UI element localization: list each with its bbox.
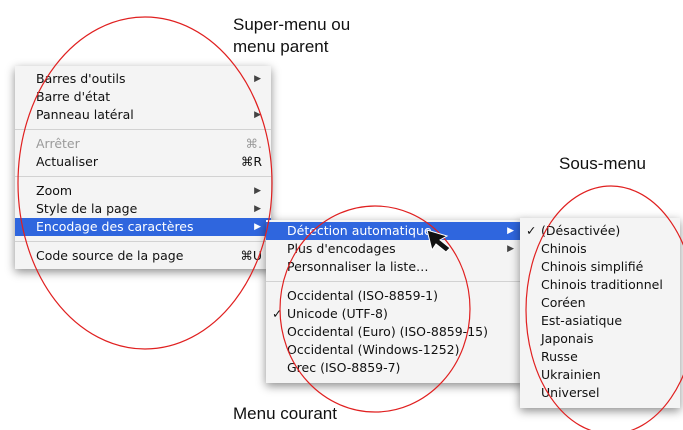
menu-item-label: Est-asiatique xyxy=(541,313,623,328)
menu-item-encodage[interactable]: Encodage des caractères ▶ xyxy=(15,218,271,236)
menu-item-chinois-traditionnel[interactable]: Chinois traditionnel xyxy=(520,276,680,294)
submenu-arrow-icon: ▶ xyxy=(254,222,261,232)
menu-item-label: Plus d'encodages xyxy=(287,241,396,256)
menu-courant-label: Menu courant xyxy=(233,404,337,423)
menu-item-label: Chinois traditionnel xyxy=(541,277,663,292)
menu-item-label: Japonais xyxy=(541,331,594,346)
menu-item-arreter: Arrêter ⌘. xyxy=(15,135,271,153)
menu-item-label: Russe xyxy=(541,349,578,364)
sous-menu-label: Sous-menu xyxy=(559,154,646,173)
submenu-arrow-icon: ▶ xyxy=(254,186,261,196)
menu-item-label: Chinois simplifié xyxy=(541,259,644,274)
menu-item-chinois[interactable]: Chinois xyxy=(520,240,680,258)
menu-item-barre-etat[interactable]: Barre d'état xyxy=(15,88,271,106)
menu-item-universel[interactable]: Universel xyxy=(520,384,680,402)
parent-menu: Barres d'outils ▶ Barre d'état Panneau l… xyxy=(15,66,271,269)
super-menu-label-line1: Super-menu ou xyxy=(233,15,351,34)
menu-item-desactivee[interactable]: ✓ (Désactivée) xyxy=(520,222,680,240)
menu-item-utf8[interactable]: ✓ Unicode (UTF-8) xyxy=(266,305,524,323)
checkmark-icon: ✓ xyxy=(526,223,537,238)
menu-item-style-page[interactable]: Style de la page ▶ xyxy=(15,200,271,218)
menu-item-label: Détection automatique xyxy=(287,223,432,238)
menu-item-label: Universel xyxy=(541,385,600,400)
menu-item-chinois-simplifie[interactable]: Chinois simplifié xyxy=(520,258,680,276)
menu-item-japonais[interactable]: Japonais xyxy=(520,330,680,348)
menu-separator xyxy=(266,281,524,282)
submenu-arrow-icon: ▶ xyxy=(507,244,514,254)
sub-menu: ✓ (Désactivée) Chinois Chinois simplifié… xyxy=(520,218,680,408)
menu-item-iso-8859-1[interactable]: Occidental (ISO-8859-1) xyxy=(266,287,524,305)
menu-item-label: Code source de la page xyxy=(36,248,184,263)
menu-item-plus-encodages[interactable]: Plus d'encodages ▶ xyxy=(266,240,524,258)
submenu-arrow-icon: ▶ xyxy=(254,204,261,214)
submenu-arrow-icon: ▶ xyxy=(254,74,261,84)
menu-item-label: Chinois xyxy=(541,241,587,256)
submenu-arrow-icon: ▶ xyxy=(507,226,514,236)
menu-item-label: Arrêter xyxy=(36,136,80,151)
menu-separator xyxy=(15,176,271,177)
menu-item-label: Unicode (UTF-8) xyxy=(287,306,388,321)
menu-item-label: Panneau latéral xyxy=(36,107,134,122)
menu-item-label: Barre d'état xyxy=(36,89,111,104)
menu-item-label: (Désactivée) xyxy=(541,223,621,238)
menu-item-label: Encodage des caractères xyxy=(36,219,194,234)
shortcut-label: ⌘R xyxy=(240,154,262,169)
menu-item-russe[interactable]: Russe xyxy=(520,348,680,366)
current-menu: Détection automatique ▶ Plus d'encodages… xyxy=(266,220,524,383)
shortcut-label: ⌘U xyxy=(240,248,262,263)
menu-item-detection-auto[interactable]: Détection automatique ▶ xyxy=(266,222,524,240)
menu-item-label: Grec (ISO-8859-7) xyxy=(287,360,401,375)
menu-item-label: Zoom xyxy=(36,183,73,198)
menu-separator xyxy=(15,241,271,242)
shortcut-label: ⌘. xyxy=(245,136,262,151)
menu-item-iso-8859-7[interactable]: Grec (ISO-8859-7) xyxy=(266,359,524,377)
menu-item-zoom[interactable]: Zoom ▶ xyxy=(15,182,271,200)
menu-item-barres-outils[interactable]: Barres d'outils ▶ xyxy=(15,70,271,88)
menu-item-windows-1252[interactable]: Occidental (Windows-1252) xyxy=(266,341,524,359)
menu-item-label: Ukrainien xyxy=(541,367,601,382)
menu-item-label: Coréen xyxy=(541,295,586,310)
checkmark-icon: ✓ xyxy=(272,306,283,321)
menu-item-label: Barres d'outils xyxy=(36,71,126,86)
menu-item-panneau-lateral[interactable]: Panneau latéral ▶ xyxy=(15,106,271,124)
menu-item-label: Occidental (Euro) (ISO-8859-15) xyxy=(287,324,488,339)
menu-item-label: Style de la page xyxy=(36,201,138,216)
submenu-arrow-icon: ▶ xyxy=(254,110,261,120)
menu-item-actualiser[interactable]: Actualiser ⌘R xyxy=(15,153,271,171)
menu-item-iso-8859-15[interactable]: Occidental (Euro) (ISO-8859-15) xyxy=(266,323,524,341)
menu-separator xyxy=(15,129,271,130)
super-menu-label: Super-menu ou menu parent xyxy=(233,14,350,58)
menu-item-code-source[interactable]: Code source de la page ⌘U xyxy=(15,247,271,265)
menu-item-est-asiatique[interactable]: Est-asiatique xyxy=(520,312,680,330)
menu-item-coreen[interactable]: Coréen xyxy=(520,294,680,312)
menu-item-label: Occidental (Windows-1252) xyxy=(287,342,460,357)
menu-item-ukrainien[interactable]: Ukrainien xyxy=(520,366,680,384)
super-menu-label-line2: menu parent xyxy=(233,37,329,56)
menu-item-label: Actualiser xyxy=(36,154,98,169)
menu-item-personnaliser[interactable]: Personnaliser la liste… xyxy=(266,258,524,276)
menu-item-label: Occidental (ISO-8859-1) xyxy=(287,288,438,303)
menu-item-label: Personnaliser la liste… xyxy=(287,259,429,274)
